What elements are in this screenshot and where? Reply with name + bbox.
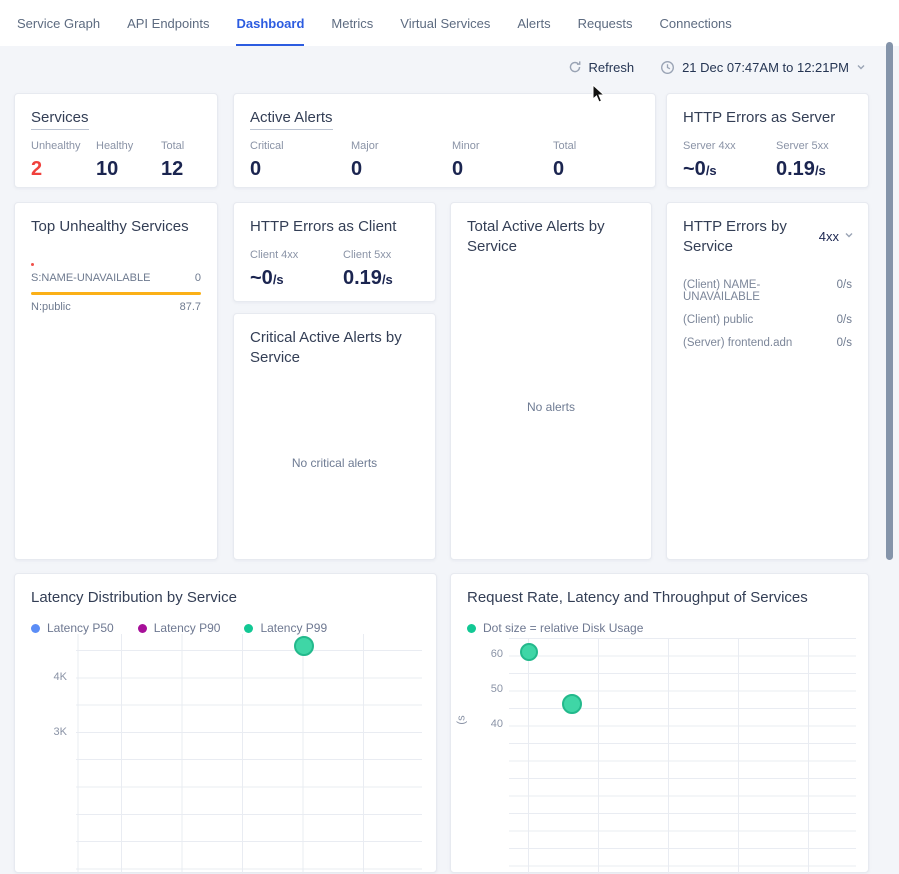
refresh-icon — [568, 60, 582, 74]
disk-usage-dot-icon — [467, 624, 476, 633]
critical-alerts-title: Critical Active Alerts by Service — [250, 328, 420, 368]
y-axis-tick: 60 — [473, 648, 503, 660]
tab-requests[interactable]: Requests — [578, 0, 633, 46]
service-label: (Server) frontend.adn — [683, 337, 792, 349]
tab-dashboard[interactable]: Dashboard — [236, 0, 304, 46]
request-rate-latency-throughput-card: Request Rate, Latency and Throughput of … — [450, 573, 869, 873]
latency-chart-title: Latency Distribution by Service — [31, 588, 420, 608]
toolbar: Refresh 21 Dec 07:47AM to 12:21PM — [568, 54, 866, 80]
tab-api-endpoints[interactable]: API Endpoints — [127, 0, 209, 46]
http-client-card-title: HTTP Errors as Client — [250, 217, 419, 237]
bar-item: N:public 87.7 — [31, 292, 201, 313]
mouse-cursor — [592, 84, 606, 109]
chevron-down-icon — [844, 227, 854, 245]
http-errors-as-client-card: HTTP Errors as Client Client 4xx ~0/s Cl… — [233, 202, 436, 302]
y-axis-tick: 3K — [37, 726, 67, 738]
legend-item-p50[interactable]: Latency P50 — [31, 621, 114, 635]
y-axis-tick: 50 — [473, 683, 503, 695]
legend-item-disk-usage[interactable]: Dot size = relative Disk Usage — [467, 621, 643, 635]
time-range-picker[interactable]: 21 Dec 07:47AM to 12:21PM — [660, 60, 866, 75]
time-range-label: 21 Dec 07:47AM to 12:21PM — [682, 60, 849, 75]
bar-n-public — [31, 292, 201, 295]
stat-major: Major 0 — [351, 140, 435, 180]
tab-alerts[interactable]: Alerts — [517, 0, 550, 46]
refresh-button[interactable]: Refresh — [568, 60, 635, 75]
stat-unhealthy: Unhealthy 2 — [31, 140, 79, 180]
rlt-chart-title: Request Rate, Latency and Throughput of … — [467, 588, 852, 608]
stat-total-alerts: Total 0 — [553, 140, 637, 180]
tab-virtual-services[interactable]: Virtual Services — [400, 0, 490, 46]
total-active-alerts-card: Total Active Alerts by Service No alerts — [450, 202, 652, 560]
stat-server-5xx: Server 5xx 0.19/s — [776, 140, 869, 182]
service-label: (Client) public — [683, 314, 753, 326]
table-row: (Server) frontend.adn 0/s — [683, 337, 852, 349]
latency-chart-legend: Latency P50 Latency P90 Latency P99 — [31, 621, 420, 635]
p99-dot-icon — [244, 624, 253, 633]
tab-connections[interactable]: Connections — [660, 0, 732, 46]
p50-dot-icon — [31, 624, 40, 633]
bar-label: S:NAME-UNAVAILABLE — [31, 272, 150, 284]
stat-client-4xx: Client 4xx ~0/s — [250, 249, 343, 291]
service-value: 0/s — [837, 337, 852, 349]
bar-item: S:NAME-UNAVAILABLE 0 — [31, 263, 201, 284]
stat-total-services: Total 12 — [161, 140, 209, 180]
y-axis-tick: 40 — [473, 718, 503, 730]
no-alerts-message: No alerts — [451, 400, 651, 414]
y-axis-tick: 4K — [37, 671, 67, 683]
tab-metrics[interactable]: Metrics — [331, 0, 373, 46]
stat-minor: Minor 0 — [452, 140, 536, 180]
services-card: Services Unhealthy 2 Healthy 10 Total 12 — [14, 93, 218, 188]
legend-item-p90[interactable]: Latency P90 — [138, 621, 221, 635]
bar-value: 87.7 — [180, 301, 201, 313]
stat-client-5xx: Client 5xx 0.19/s — [343, 249, 436, 291]
service-error-rows: (Client) NAME-UNAVAILABLE 0/s (Client) p… — [683, 279, 852, 349]
service-value: 0/s — [837, 314, 852, 326]
http-errors-by-service-card: HTTP Errors by Service 4xx (Client) NAME… — [666, 202, 869, 560]
p90-dot-icon — [138, 624, 147, 633]
http-client-stats: Client 4xx ~0/s Client 5xx 0.19/s — [250, 249, 419, 291]
services-stats: Unhealthy 2 Healthy 10 Total 12 — [31, 140, 201, 180]
chevron-down-icon — [856, 62, 866, 72]
service-value: 0/s — [837, 279, 852, 303]
total-alerts-title: Total Active Alerts by Service — [467, 217, 627, 257]
latency-distribution-chart-card: Latency Distribution by Service Latency … — [14, 573, 437, 873]
latency-plot-area — [76, 634, 422, 874]
critical-active-alerts-card: Critical Active Alerts by Service No cri… — [233, 313, 436, 560]
http-errors-as-server-card: HTTP Errors as Server Server 4xx ~0/s Se… — [666, 93, 869, 188]
dropdown-value: 4xx — [819, 229, 839, 244]
http-by-service-title: HTTP Errors by Service — [683, 217, 808, 257]
legend-item-p99[interactable]: Latency P99 — [244, 621, 327, 635]
bar-label: N:public — [31, 301, 71, 313]
vertical-scrollbar-thumb[interactable] — [886, 42, 893, 560]
no-critical-alerts-message: No critical alerts — [234, 456, 435, 470]
active-alerts-stats: Critical 0 Major 0 Minor 0 Total 0 — [250, 140, 639, 180]
top-unhealthy-services-card: Top Unhealthy Services S:NAME-UNAVAILABL… — [14, 202, 218, 560]
table-row: (Client) public 0/s — [683, 314, 852, 326]
bar-s-name-unavailable — [31, 263, 34, 266]
refresh-label: Refresh — [589, 60, 635, 75]
bar-value: 0 — [195, 272, 201, 284]
active-alerts-card-title[interactable]: Active Alerts — [250, 108, 639, 128]
rlt-y-axis-label: (s — [456, 715, 468, 724]
rlt-plot-area — [509, 638, 856, 874]
top-navigation-bar: Service Graph API Endpoints Dashboard Me… — [0, 0, 899, 46]
tab-service-graph[interactable]: Service Graph — [17, 0, 100, 46]
scatter-point[interactable] — [520, 643, 538, 661]
error-class-dropdown[interactable]: 4xx — [819, 227, 854, 245]
stat-critical: Critical 0 — [250, 140, 334, 180]
unhealthy-bar-list: S:NAME-UNAVAILABLE 0 N:public 87.7 — [31, 263, 201, 313]
http-server-stats: Server 4xx ~0/s Server 5xx 0.19/s — [683, 140, 852, 182]
rlt-chart-legend: Dot size = relative Disk Usage — [467, 621, 852, 635]
stat-server-4xx: Server 4xx ~0/s — [683, 140, 776, 182]
clock-icon — [660, 60, 675, 75]
tab-bar: Service Graph API Endpoints Dashboard Me… — [0, 0, 899, 46]
scatter-point[interactable] — [562, 694, 582, 714]
service-label: (Client) NAME-UNAVAILABLE — [683, 279, 837, 303]
services-card-title[interactable]: Services — [31, 108, 201, 128]
http-server-card-title: HTTP Errors as Server — [683, 108, 852, 128]
table-row: (Client) NAME-UNAVAILABLE 0/s — [683, 279, 852, 303]
top-unhealthy-title: Top Unhealthy Services — [31, 217, 201, 237]
stat-healthy: Healthy 10 — [96, 140, 144, 180]
